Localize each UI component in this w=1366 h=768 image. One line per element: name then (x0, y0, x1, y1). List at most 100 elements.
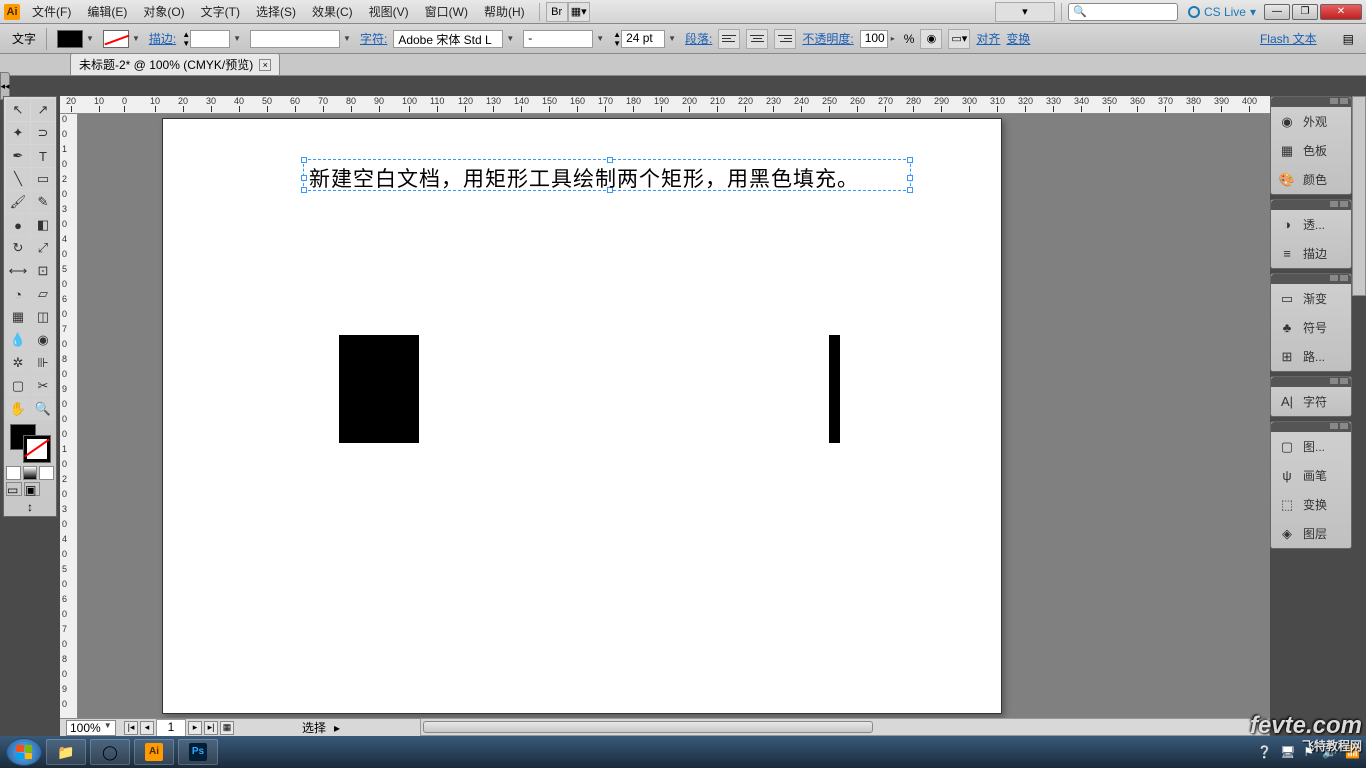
selection-tool[interactable]: ↖ (6, 99, 30, 121)
blob-brush-tool[interactable]: ● (6, 214, 30, 236)
panel-item-图...[interactable]: ▢图... (1271, 432, 1351, 461)
page-input[interactable]: 1 (156, 719, 186, 737)
status-menu-icon[interactable]: ▸ (334, 721, 340, 735)
pen-tool[interactable]: ✒ (6, 145, 30, 167)
black-rectangle-1[interactable] (339, 335, 419, 443)
menu-file[interactable]: 文件(F) (24, 1, 79, 22)
align-center-button[interactable] (746, 29, 768, 49)
rectangle-tool[interactable]: ▭ (31, 168, 55, 190)
close-button[interactable]: ✕ (1320, 4, 1362, 20)
brush-def-input[interactable]: ▼ (250, 30, 354, 48)
para-label[interactable]: 段落: (685, 30, 712, 47)
menu-help[interactable]: 帮助(H) (476, 1, 533, 22)
black-rectangle-2[interactable] (829, 335, 840, 443)
align-link[interactable]: 对齐 (976, 30, 1000, 47)
artboard-tool[interactable]: ▢ (6, 375, 30, 397)
task-photoshop[interactable]: Ps (178, 739, 218, 765)
stroke-weight-input[interactable]: ▲▼▼ (182, 30, 244, 48)
font-style-input[interactable]: -▼ (523, 30, 607, 48)
graph-tool[interactable]: ⊪ (31, 352, 55, 374)
task-explorer[interactable]: 📁 (46, 739, 86, 765)
panel-item-颜色[interactable]: 🎨颜色 (1271, 165, 1351, 194)
rotate-tool[interactable]: ↻ (6, 237, 30, 259)
menu-object[interactable]: 对象(O) (135, 1, 192, 22)
first-page-button[interactable]: |◂ (124, 721, 138, 735)
font-family-input[interactable]: Adobe 宋体 Std L▼ (393, 30, 517, 48)
screen-mode-full[interactable]: ▣ (24, 482, 40, 496)
document-tab[interactable]: 未标题-2* @ 100% (CMYK/预览) × (70, 53, 280, 75)
menu-edit[interactable]: 编辑(E) (79, 1, 135, 22)
panel-item-画笔[interactable]: ψ画笔 (1271, 461, 1351, 490)
free-transform-tool[interactable]: ⊡ (31, 260, 55, 282)
eyedropper-tool[interactable]: 💧 (6, 329, 30, 351)
screen-mode-normal[interactable]: ▭ (6, 482, 22, 496)
flash-text-link[interactable]: Flash 文本 (1260, 30, 1317, 47)
panel-item-外观[interactable]: ◉外观 (1271, 107, 1351, 136)
shape-builder-tool[interactable]: ◔ (6, 283, 30, 305)
fill-swatch[interactable]: ▼ (57, 30, 97, 48)
mesh-tool[interactable]: ▦ (6, 306, 30, 328)
maximize-button[interactable]: ❐ (1292, 4, 1318, 20)
align-left-button[interactable] (718, 29, 740, 49)
fill-stroke-control[interactable] (6, 424, 54, 464)
instruction-text[interactable]: 新建空白文档，用矩形工具绘制两个矩形，用黑色填充。 (309, 163, 859, 193)
color-mode-button[interactable] (6, 466, 21, 480)
start-button[interactable] (6, 738, 42, 766)
layout-button[interactable]: ▦▾ (568, 2, 590, 22)
ruler-horizontal[interactable]: 2010010203040506070809010011012013014015… (60, 96, 1270, 114)
cslive-button[interactable]: CS Live▾ (1188, 5, 1256, 19)
menu-type[interactable]: 文字(T) (193, 1, 248, 22)
recolor-button[interactable]: ◉ (920, 29, 942, 49)
opacity-input[interactable]: 100▸ (860, 30, 898, 48)
canvas-area[interactable]: 新建空白文档，用矩形工具绘制两个矩形，用黑色填充。 (78, 114, 1270, 718)
width-tool[interactable]: ⟷ (6, 260, 30, 282)
lasso-tool[interactable]: ⊃ (31, 122, 55, 144)
perspective-tool[interactable]: ▱ (31, 283, 55, 305)
none-mode-button[interactable] (39, 466, 54, 480)
bridge-button[interactable]: Br (546, 2, 568, 22)
align-right-button[interactable] (774, 29, 796, 49)
workspace-switcher[interactable]: ▾ (995, 2, 1055, 22)
magic-wand-tool[interactable]: ✦ (6, 122, 30, 144)
task-browser[interactable]: ◯ (90, 739, 130, 765)
minimize-button[interactable]: — (1264, 4, 1290, 20)
gradient-mode-button[interactable] (23, 466, 38, 480)
hand-tool[interactable]: ✋ (6, 398, 30, 420)
doc-setup-button[interactable]: ▭▾ (948, 29, 970, 49)
gradient-tool[interactable]: ◫ (31, 306, 55, 328)
zoom-tool[interactable]: 🔍 (31, 398, 55, 420)
type-tool[interactable]: T (31, 145, 55, 167)
font-size-input[interactable]: ▲▼24 pt▼ (613, 30, 679, 48)
eraser-tool[interactable]: ◧ (31, 214, 55, 236)
panel-item-字符[interactable]: A|字符 (1271, 387, 1351, 416)
direct-selection-tool[interactable]: ↗ (31, 99, 55, 121)
zoom-input[interactable]: 100%▼ (66, 720, 116, 736)
stroke-color-swatch[interactable] (24, 436, 50, 462)
menu-effect[interactable]: 效果(C) (304, 1, 361, 22)
options-menu-icon[interactable]: ▤ (1343, 32, 1354, 46)
last-page-button[interactable]: ▸| (204, 721, 218, 735)
panel-item-透...[interactable]: ◑透... (1271, 210, 1351, 239)
tray-help-icon[interactable]: ❔ (1257, 745, 1272, 759)
opacity-label[interactable]: 不透明度: (802, 30, 853, 47)
panel-item-变换[interactable]: ⬚变换 (1271, 490, 1351, 519)
line-tool[interactable]: ╲ (6, 168, 30, 190)
panel-item-色板[interactable]: ▦色板 (1271, 136, 1351, 165)
char-label[interactable]: 字符: (360, 30, 387, 47)
symbol-sprayer-tool[interactable]: ✲ (6, 352, 30, 374)
panel-item-渐变[interactable]: ▭渐变 (1271, 284, 1351, 313)
tray-monitor-icon[interactable]: 🖥 (1280, 745, 1295, 759)
transform-link[interactable]: 变换 (1006, 30, 1030, 47)
page-menu-button[interactable]: ▦ (220, 721, 234, 735)
stroke-label[interactable]: 描边: (149, 30, 176, 47)
stroke-swatch[interactable]: ▼ (103, 30, 143, 48)
panel-item-描边[interactable]: ≡描边 (1271, 239, 1351, 268)
toolbox-options-icon[interactable]: ↕ (6, 500, 54, 514)
prev-page-button[interactable]: ◂ (140, 721, 154, 735)
panel-item-图层[interactable]: ◈图层 (1271, 519, 1351, 548)
slice-tool[interactable]: ✂ (31, 375, 55, 397)
tab-close-icon[interactable]: × (259, 59, 271, 71)
search-input[interactable]: 🔍 (1068, 3, 1178, 21)
task-illustrator[interactable]: Ai (134, 739, 174, 765)
panel-item-路...[interactable]: ⊞路... (1271, 342, 1351, 371)
